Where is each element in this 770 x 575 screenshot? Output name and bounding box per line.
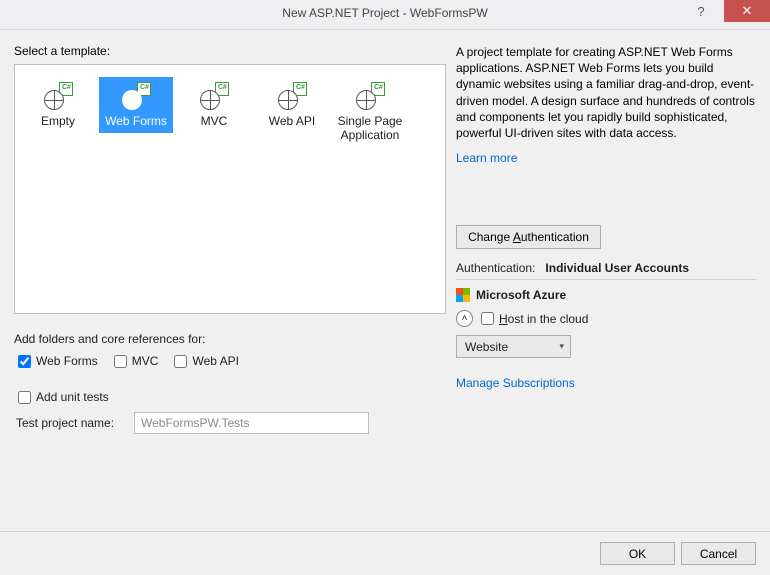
test-project-input[interactable] xyxy=(134,412,369,434)
authentication-line: Authentication: Individual User Accounts xyxy=(456,261,756,275)
check-unit-tests-input[interactable] xyxy=(18,391,31,404)
collapse-button[interactable]: ˄ xyxy=(456,310,473,327)
check-host-cloud[interactable]: Host in the cloud xyxy=(481,312,588,326)
template-label: Empty xyxy=(21,113,95,133)
csharp-web-icon xyxy=(199,82,229,110)
window-controls: ? ✕ xyxy=(678,0,770,22)
check-label: Host in the cloud xyxy=(499,312,588,326)
divider xyxy=(456,279,756,280)
csharp-web-icon xyxy=(121,82,151,110)
check-label: MVC xyxy=(132,354,159,368)
csharp-web-icon xyxy=(43,82,73,110)
check-label: Web Forms xyxy=(36,354,98,368)
left-column: Select a template: Empty Web Forms MVC W… xyxy=(14,44,446,504)
select-template-label: Select a template: xyxy=(14,44,446,58)
host-type-dropdown[interactable]: Website ▾ xyxy=(456,335,571,358)
check-label: Web API xyxy=(192,354,238,368)
check-host-cloud-input[interactable] xyxy=(481,312,494,325)
template-label: MVC xyxy=(177,113,251,133)
template-list: Empty Web Forms MVC Web API Single Page xyxy=(14,64,446,314)
check-label: Add unit tests xyxy=(36,390,109,404)
template-empty[interactable]: Empty xyxy=(19,73,97,151)
check-mvc[interactable]: MVC xyxy=(114,354,159,368)
check-web-api-input[interactable] xyxy=(174,355,187,368)
right-column: A project template for creating ASP.NET … xyxy=(456,44,756,504)
azure-heading: Microsoft Azure xyxy=(456,288,756,302)
help-button[interactable]: ? xyxy=(678,0,724,22)
titlebar: New ASP.NET Project - WebFormsPW ? ✕ xyxy=(0,0,770,30)
dialog-footer: OK Cancel xyxy=(0,531,770,575)
check-web-api[interactable]: Web API xyxy=(174,354,238,368)
manage-subscriptions-link[interactable]: Manage Subscriptions xyxy=(456,376,575,390)
check-web-forms[interactable]: Web Forms xyxy=(18,354,98,368)
template-label: Single Page Application xyxy=(333,113,407,147)
template-web-forms[interactable]: Web Forms xyxy=(97,73,175,151)
template-label: Web API xyxy=(255,113,329,133)
window-title: New ASP.NET Project - WebFormsPW xyxy=(0,6,770,20)
template-label: Web Forms xyxy=(99,113,173,133)
cancel-button[interactable]: Cancel xyxy=(681,542,756,565)
auth-value: Individual User Accounts xyxy=(545,261,689,275)
dropdown-value: Website xyxy=(465,340,508,354)
chevron-up-icon: ˄ xyxy=(462,314,468,324)
auth-label: Authentication: xyxy=(456,261,535,275)
template-web-api[interactable]: Web API xyxy=(253,73,331,151)
check-web-forms-input[interactable] xyxy=(18,355,31,368)
change-authentication-button[interactable]: Change Authentication xyxy=(456,225,601,249)
template-description: A project template for creating ASP.NET … xyxy=(456,44,756,141)
dialog-content: Select a template: Empty Web Forms MVC W… xyxy=(0,30,770,530)
microsoft-logo-icon xyxy=(456,288,470,302)
learn-more-link[interactable]: Learn more xyxy=(456,151,517,165)
template-mvc[interactable]: MVC xyxy=(175,73,253,151)
check-unit-tests[interactable]: Add unit tests xyxy=(18,390,446,404)
ok-button[interactable]: OK xyxy=(600,542,675,565)
azure-title: Microsoft Azure xyxy=(476,288,566,302)
template-spa[interactable]: Single Page Application xyxy=(331,73,409,151)
check-mvc-input[interactable] xyxy=(114,355,127,368)
folders-label: Add folders and core references for: xyxy=(14,332,446,346)
csharp-web-icon xyxy=(355,82,385,110)
close-button[interactable]: ✕ xyxy=(724,0,770,22)
close-icon: ✕ xyxy=(742,3,753,19)
folders-section: Add folders and core references for: Web… xyxy=(14,332,446,368)
test-project-label: Test project name: xyxy=(16,416,124,430)
csharp-web-icon xyxy=(277,82,307,110)
chevron-down-icon: ▾ xyxy=(559,341,564,352)
